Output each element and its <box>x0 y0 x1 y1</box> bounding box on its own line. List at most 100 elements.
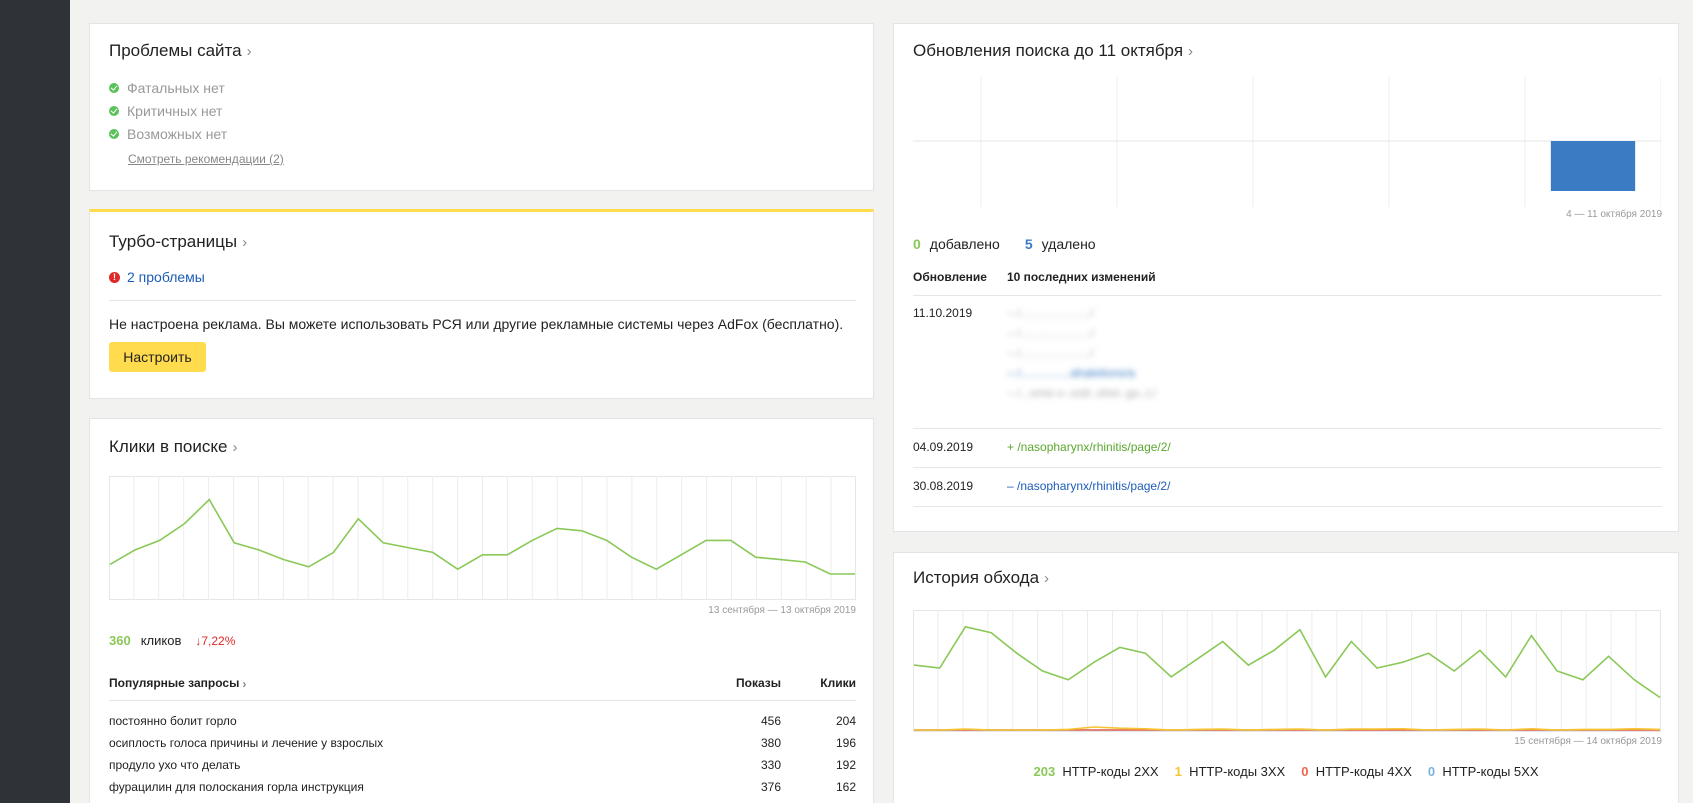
search-updates-title[interactable]: Обновления поиска до 11 октября › <box>913 41 1193 61</box>
site-problems-list: Фатальных нет Критичных нет Возможных не… <box>109 76 227 145</box>
query-clicks: 192 <box>835 758 856 772</box>
clicks-total: 360 <box>109 633 131 648</box>
turbo-problems-link[interactable]: 2 проблемы <box>127 269 205 285</box>
divider <box>109 700 856 701</box>
ad-notice-text: Не настроена реклама. Вы можете использо… <box>109 316 844 332</box>
problem-possible-text: Возможных нет <box>127 125 228 142</box>
table-row[interactable]: продуло ухо что делать 330 192 <box>109 754 856 776</box>
problem-critical: Критичных нет <box>109 99 227 122</box>
table-row[interactable]: фурацилин для полоскания горла инструкци… <box>109 776 856 798</box>
changes-header: 10 последних изменений <box>1007 270 1156 284</box>
updates-table-header: Обновление 10 последних изменений <box>913 270 1662 284</box>
legend-label: HTTP-коды 3XX <box>1189 764 1286 779</box>
queries-header-text: Популярные запросы <box>109 676 240 690</box>
table-row[interactable]: осиплость голоса причины и лечение у взр… <box>109 732 856 754</box>
change-url[interactable]: + /nasopharynx/rhinitis/page/2/ <box>1007 440 1171 454</box>
removed-label: удалено <box>1041 236 1096 252</box>
change-url[interactable]: – /...................../ <box>1007 326 1156 346</box>
query-text: осиплость голоса причины и лечение у взр… <box>109 736 384 750</box>
search-updates-title-text: Обновления поиска до 11 октября <box>913 41 1184 60</box>
query-clicks: 162 <box>835 780 856 794</box>
added-count: 0 <box>913 236 921 252</box>
search-clicks-card: Клики в поиске › 13 сентября — 13 октября… <box>89 418 874 803</box>
clicks-line-chart <box>109 476 856 600</box>
page-header-strip <box>70 0 1693 6</box>
change-url[interactable]: – /...................../ <box>1007 306 1156 326</box>
divider <box>913 506 1662 507</box>
clicks-total-label: кликов <box>140 633 182 648</box>
divider <box>913 428 1662 429</box>
query-shows: 376 <box>760 780 781 794</box>
update-header: Обновление <box>913 270 987 284</box>
table-row[interactable]: постоянно болит горло 456 204 <box>109 710 856 732</box>
query-shows: 330 <box>760 758 781 772</box>
change-url[interactable]: – /...............ahaletions/a <box>1007 366 1156 386</box>
check-circle-icon <box>109 105 119 116</box>
legend-label: HTTP-коды 4XX <box>1315 764 1412 779</box>
clicks-period: 13 сентября — 13 октября 2019 <box>708 605 856 616</box>
update-changes: – /...................../ – /...........… <box>1007 306 1156 406</box>
left-sidebar <box>0 0 70 803</box>
queries-table-header: Популярные запросы › Показы Клики <box>109 676 856 691</box>
query-text: продуло ухо что делать <box>109 758 241 772</box>
search-clicks-title-text: Клики в поиске <box>109 437 228 456</box>
update-entry: 30.08.2019 – /nasopharynx/rhinitis/page/… <box>913 479 1662 493</box>
configure-button[interactable]: Настроить <box>109 342 206 372</box>
divider <box>109 300 856 301</box>
shows-header: Показы <box>736 676 781 690</box>
legend-count: 203 <box>1033 764 1056 779</box>
legend-count: 0 <box>1427 764 1436 779</box>
check-circle-icon <box>109 82 119 93</box>
crawl-history-title-text: История обхода <box>913 568 1040 587</box>
turbo-pages-title-text: Турбо-страницы <box>109 232 238 251</box>
legend-4xx[interactable]: 0 HTTP-коды 4XX <box>1301 764 1412 779</box>
query-shows: 456 <box>760 714 781 728</box>
change-url[interactable]: – /...eme-v-.esti-.shei-.go..t./ <box>1007 386 1156 406</box>
query-shows: 380 <box>760 736 781 750</box>
change-url[interactable]: – /nasopharynx/rhinitis/page/2/ <box>1007 479 1170 493</box>
legend-3xx[interactable]: 1 HTTP-коды 3XX <box>1175 764 1286 779</box>
search-updates-card: Обновления поиска до 11 октября › 4 — 11 … <box>893 23 1679 532</box>
chevron-right-icon: › <box>1188 43 1194 60</box>
legend-count: 0 <box>1301 764 1309 779</box>
clicks-header: Клики <box>820 676 856 690</box>
chevron-right-icon: › <box>242 234 248 251</box>
update-entry: 04.09.2019 + /nasopharynx/rhinitis/page/… <box>913 440 1662 454</box>
site-problems-title-text: Проблемы сайта <box>109 41 242 60</box>
legend-label: HTTP-коды 5XX <box>1442 764 1539 779</box>
queries-header[interactable]: Популярные запросы › <box>109 676 701 691</box>
legend-count: 1 <box>1174 764 1182 779</box>
crawl-history-title[interactable]: История обхода › <box>913 568 1049 588</box>
update-date: 11.10.2019 <box>913 306 973 320</box>
legend-label: HTTP-коды 2XX <box>1062 764 1159 779</box>
queries-list: постоянно болит горло 456 204 осиплость … <box>109 710 856 798</box>
change-url[interactable]: – /...................../ <box>1007 346 1156 366</box>
turbo-pages-title[interactable]: Турбо-страницы › <box>109 232 247 252</box>
updates-bar-chart <box>913 77 1661 207</box>
site-problems-title[interactable]: Проблемы сайта › <box>109 41 252 61</box>
search-clicks-title[interactable]: Клики в поиске › <box>109 437 237 457</box>
query-text: постоянно болит горло <box>109 714 237 728</box>
legend-2xx[interactable]: 203 HTTP-коды 2XX <box>1033 764 1158 779</box>
update-date: 04.09.2019 <box>913 440 974 454</box>
problem-fatal-text: Фатальных нет <box>127 79 225 96</box>
chevron-right-icon: › <box>242 677 247 691</box>
turbo-problems-row: ! 2 проблемы <box>109 269 205 285</box>
site-problems-card: Проблемы сайта › Фатальных нет Критичных … <box>89 23 874 191</box>
crawl-line-chart <box>913 610 1661 732</box>
clicks-change: ↓7,22% <box>195 634 236 648</box>
added-label: добавлено <box>929 236 1000 252</box>
recommendations-link[interactable]: Смотреть рекомендации (2) <box>128 152 284 166</box>
query-clicks: 204 <box>835 714 856 728</box>
chevron-right-icon: › <box>1044 570 1050 587</box>
crawl-legend: 203 HTTP-коды 2XX 1 HTTP-коды 3XX 0 HTTP… <box>894 764 1678 779</box>
problem-critical-text: Критичных нет <box>127 102 223 119</box>
problem-possible: Возможных нет <box>109 122 227 145</box>
updates-summary: 0 добавлено 5 удалено <box>913 236 1096 252</box>
query-text: фурацилин для полоскания горла инструкци… <box>109 780 364 794</box>
check-circle-icon <box>109 128 119 139</box>
divider <box>913 295 1662 296</box>
removed-count: 5 <box>1024 236 1033 252</box>
legend-5xx[interactable]: 0 HTTP-коды 5XX <box>1428 764 1539 779</box>
error-icon: ! <box>109 271 120 283</box>
